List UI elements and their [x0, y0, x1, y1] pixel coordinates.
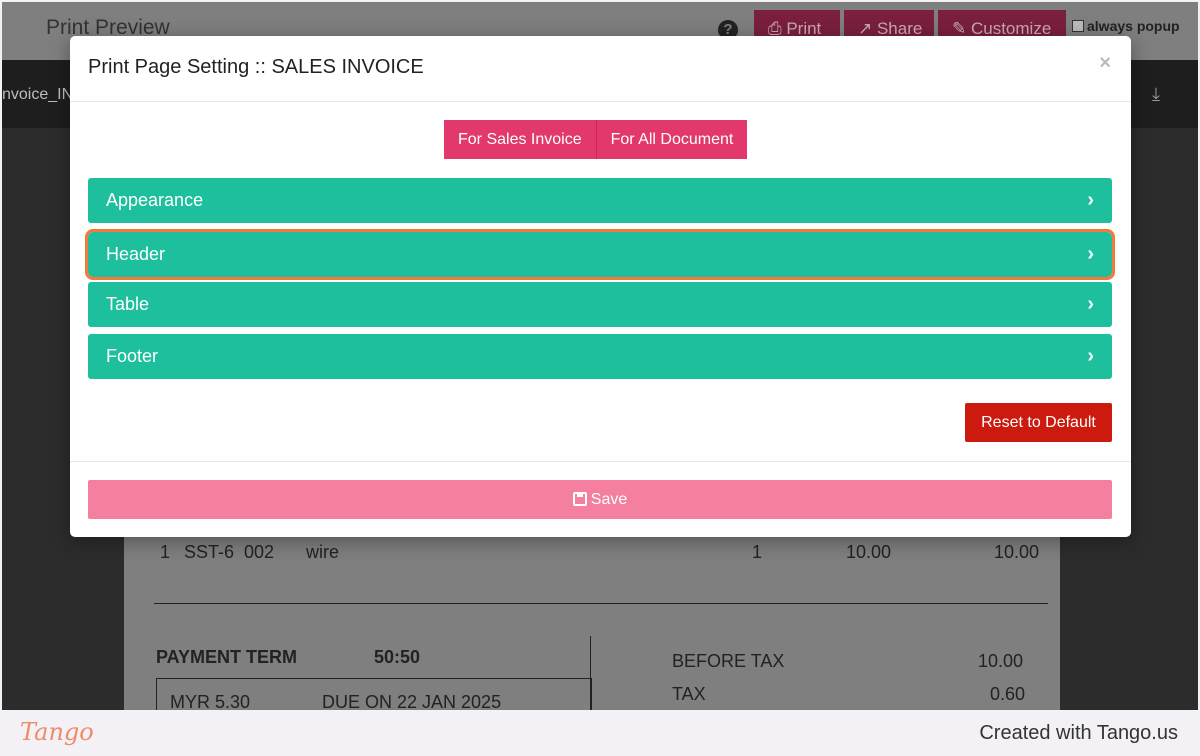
line-item-sub: 002: [244, 542, 275, 562]
modal-header: Print Page Setting :: SALES INVOICE ×: [70, 36, 1131, 102]
chevron-right-icon: ›: [1087, 243, 1094, 265]
chevron-right-icon: ›: [1087, 293, 1094, 315]
tab-for-all-document[interactable]: For All Document: [596, 120, 748, 159]
tax-value: 0.60: [990, 684, 1026, 704]
section-header[interactable]: Header ›: [85, 229, 1115, 280]
download-icon[interactable]: ⤓: [1152, 84, 1160, 105]
save-icon: [572, 492, 587, 506]
reset-to-default-button[interactable]: Reset to Default: [965, 403, 1112, 442]
line-item-qty: 1: [752, 542, 763, 562]
tab-for-sales-invoice[interactable]: For Sales Invoice: [444, 120, 597, 159]
installment-due: DUE ON 22 JAN 2025: [322, 692, 502, 710]
chevron-right-icon: ›: [1087, 189, 1094, 211]
section-label: Table: [106, 294, 150, 314]
payment-term-label: PAYMENT TERM: [156, 647, 298, 667]
file-name: nvoice_IN: [2, 86, 74, 103]
installment-amount: MYR 5.30: [170, 692, 251, 710]
section-table[interactable]: Table ›: [88, 282, 1112, 327]
tango-logo: Tango: [20, 718, 94, 746]
section-label: Appearance: [106, 190, 204, 210]
scope-toggle: For Sales Invoice For All Document: [444, 120, 748, 159]
divider: [154, 603, 1048, 604]
always-popup-checkbox[interactable]: always popup: [1072, 18, 1180, 34]
save-button[interactable]: Save: [88, 480, 1112, 519]
print-page-setting-modal: Print Page Setting :: SALES INVOICE × Fo…: [70, 36, 1131, 537]
chevron-right-icon: ›: [1087, 345, 1094, 367]
modal-title: Print Page Setting :: SALES INVOICE: [88, 56, 424, 78]
before-tax-label: BEFORE TAX: [672, 651, 785, 671]
section-appearance[interactable]: Appearance ›: [88, 178, 1112, 223]
tango-footer: Tango Created with Tango.us: [0, 710, 1200, 756]
section-label: Header: [106, 244, 166, 264]
checkbox-icon: [1072, 20, 1084, 32]
line-item-price: 10.00: [846, 542, 892, 562]
close-icon[interactable]: ×: [1099, 52, 1111, 75]
section-label: Footer: [106, 346, 159, 366]
tango-credit: Created with Tango.us: [979, 722, 1178, 744]
divider: [70, 461, 1131, 462]
line-item-amount: 10.00: [994, 542, 1040, 562]
payment-term-value: 50:50: [374, 647, 421, 667]
line-item-code: SST-6: [184, 542, 235, 562]
section-footer[interactable]: Footer ›: [88, 334, 1112, 379]
tax-label: TAX: [672, 684, 706, 704]
line-item-desc: wire: [306, 542, 340, 562]
before-tax-value: 10.00: [978, 651, 1024, 671]
line-item-no: 1: [160, 542, 171, 562]
